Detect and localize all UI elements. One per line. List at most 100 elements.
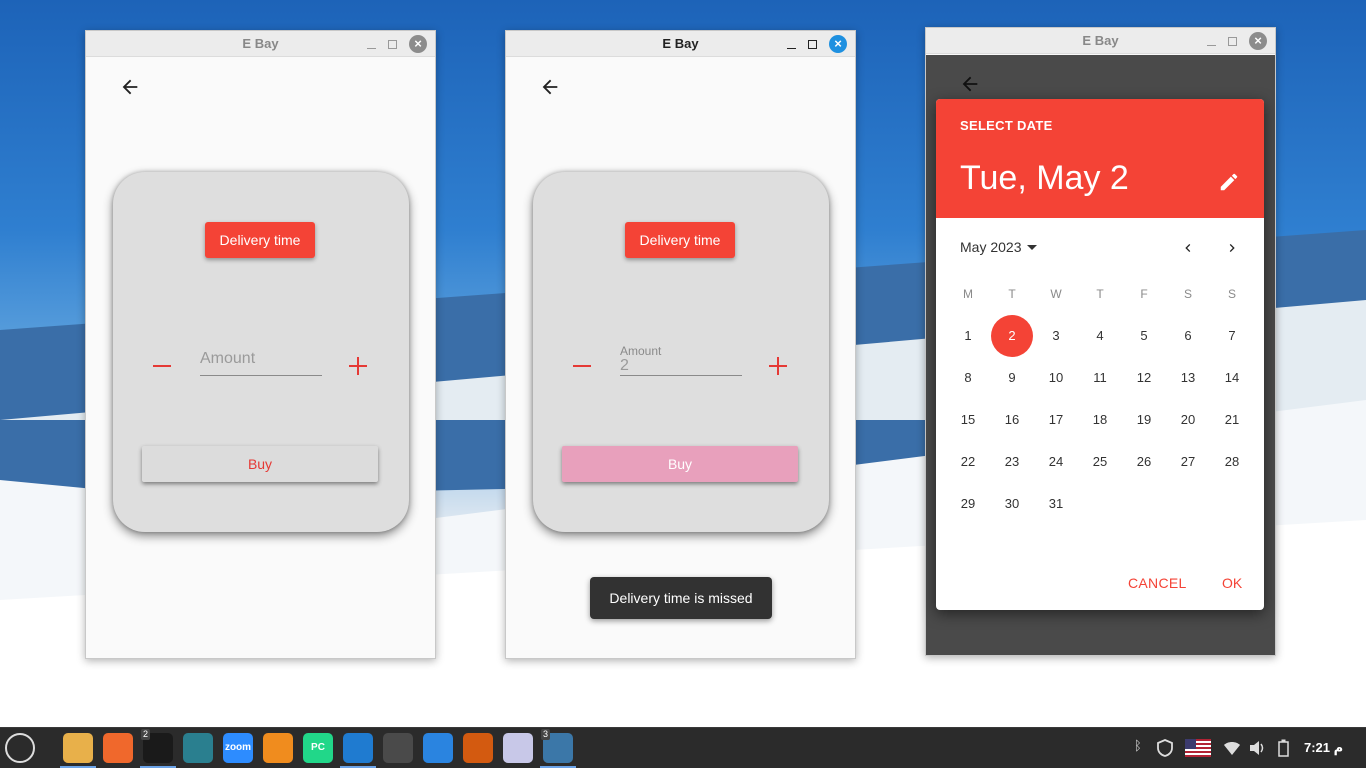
shield-icon[interactable] (1157, 739, 1173, 757)
chevron-left-icon[interactable] (1180, 240, 1196, 256)
delivery-time-button[interactable]: Delivery time (205, 222, 315, 258)
calendar-day[interactable]: 26 (1129, 447, 1159, 477)
clock[interactable]: 7:21 م (1304, 740, 1343, 756)
calendar-day[interactable]: 1 (953, 321, 983, 351)
calendar-day[interactable]: 20 (1173, 405, 1203, 435)
battery-icon[interactable] (1278, 739, 1289, 757)
calendar-day[interactable]: 18 (1085, 405, 1115, 435)
titlebar[interactable]: E Bay × (926, 28, 1275, 54)
calendar-day[interactable]: 24 (1041, 447, 1071, 477)
calendar-day[interactable]: 14 (1217, 363, 1247, 393)
firefox-icon[interactable] (103, 733, 133, 763)
maximize-button[interactable] (1228, 36, 1237, 46)
calendar-day[interactable]: 5 (1129, 321, 1159, 351)
text-editor-icon[interactable] (503, 733, 533, 763)
app-label: zoom (224, 742, 252, 753)
calendar-day[interactable]: 28 (1217, 447, 1247, 477)
amount-value: 2 (620, 357, 629, 374)
amount-input[interactable]: Amount 2 (620, 344, 742, 376)
toast-message: Delivery time is missed (590, 577, 772, 619)
calendar-day[interactable]: 13 (1173, 363, 1203, 393)
back-arrow-icon[interactable] (959, 73, 981, 95)
calendar-day[interactable]: 30 (997, 489, 1027, 519)
minimize-button[interactable] (367, 47, 376, 49)
increment-button[interactable] (349, 357, 367, 375)
back-arrow-icon[interactable] (119, 76, 141, 98)
bluetooth-icon[interactable]: ᛒ (1134, 738, 1142, 753)
calendar-day[interactable]: 27 (1173, 447, 1203, 477)
calendar-day[interactable]: 12 (1129, 363, 1159, 393)
date-picker-heading: SELECT DATE (960, 118, 1053, 133)
volume-icon[interactable] (1249, 740, 1267, 756)
wifi-icon[interactable] (1223, 740, 1241, 756)
close-button[interactable]: × (829, 35, 847, 53)
selected-date: Tue, May 2 (960, 159, 1129, 197)
drawing-icon[interactable] (263, 733, 293, 763)
minimize-button[interactable] (1207, 44, 1216, 46)
zoom-icon[interactable]: zoom (223, 733, 253, 763)
virtualbox-icon[interactable] (463, 733, 493, 763)
order-card: Delivery time Amount 2 Buy (533, 172, 829, 532)
cancel-button[interactable]: CANCEL (1128, 575, 1187, 591)
window-title: E Bay (1082, 33, 1119, 48)
calendar-day[interactable]: 22 (953, 447, 983, 477)
date-picker-dialog: SELECT DATE Tue, May 2 May 2023 M T W T F S S 1… (936, 99, 1264, 610)
decrement-button[interactable] (573, 365, 591, 367)
calendar-day[interactable]: 7 (1217, 321, 1247, 351)
window-count-badge: 2 (141, 729, 151, 740)
maximize-button[interactable] (388, 39, 397, 49)
close-button[interactable]: × (409, 35, 427, 53)
window-ebay-3: E Bay × SELECT DATE Tue, May 2 May 2023 … (925, 27, 1276, 656)
calendar-day[interactable]: 17 (1041, 405, 1071, 435)
calendar-day[interactable]: 11 (1085, 363, 1115, 393)
weekday-header: S (1183, 287, 1192, 301)
month-selector[interactable]: May 2023 (960, 239, 1038, 255)
maximize-button[interactable] (808, 39, 817, 49)
decrement-button[interactable] (153, 365, 171, 367)
calendar-day[interactable]: 21 (1217, 405, 1247, 435)
calendar-day[interactable]: 19 (1129, 405, 1159, 435)
calendar-day[interactable]: 3 (1041, 321, 1071, 351)
calendar-day[interactable]: 25 (1085, 447, 1115, 477)
edit-pencil-icon[interactable] (1218, 171, 1240, 193)
sublime-icon[interactable] (383, 733, 413, 763)
back-arrow-icon[interactable] (539, 76, 561, 98)
window-count-badge: 3 (541, 729, 551, 740)
pycharm-icon[interactable]: PC (303, 733, 333, 763)
weekday-header: M (963, 287, 973, 301)
chevron-right-icon[interactable] (1224, 240, 1240, 256)
keyboard-layout-flag-icon[interactable] (1185, 739, 1211, 757)
calendar-day[interactable]: 15 (953, 405, 983, 435)
software-manager-icon[interactable] (183, 733, 213, 763)
ok-button[interactable]: OK (1222, 575, 1242, 591)
titlebar[interactable]: E Bay × (86, 31, 435, 57)
calendar-day[interactable]: 23 (997, 447, 1027, 477)
calendar-day[interactable]: 6 (1173, 321, 1203, 351)
close-button[interactable]: × (1249, 32, 1267, 50)
remote-icon[interactable] (423, 733, 453, 763)
delivery-time-button[interactable]: Delivery time (625, 222, 735, 258)
calendar-day[interactable]: 29 (953, 489, 983, 519)
vscode-icon[interactable] (343, 733, 373, 763)
date-picker-header: SELECT DATE Tue, May 2 (936, 99, 1264, 218)
app-label: PC (311, 742, 325, 753)
calendar-day[interactable]: 31 (1041, 489, 1071, 519)
window-title: E Bay (242, 36, 279, 51)
amount-input[interactable]: Amount (200, 344, 322, 376)
minimize-button[interactable] (787, 47, 796, 49)
menu-icon[interactable] (5, 733, 35, 763)
increment-button[interactable] (769, 357, 787, 375)
calendar-day[interactable]: 8 (953, 363, 983, 393)
calendar-day-selected[interactable]: 2 (991, 315, 1033, 357)
calendar-day[interactable]: 9 (997, 363, 1027, 393)
weekday-header: F (1140, 287, 1148, 301)
buy-button[interactable]: Buy (562, 446, 798, 482)
weekday-header: T (1096, 287, 1104, 301)
buy-button[interactable]: Buy (142, 446, 378, 482)
weekday-header: T (1008, 287, 1016, 301)
files-icon[interactable] (63, 733, 93, 763)
calendar-day[interactable]: 4 (1085, 321, 1115, 351)
titlebar[interactable]: E Bay × (506, 31, 855, 57)
calendar-day[interactable]: 16 (997, 405, 1027, 435)
calendar-day[interactable]: 10 (1041, 363, 1071, 393)
